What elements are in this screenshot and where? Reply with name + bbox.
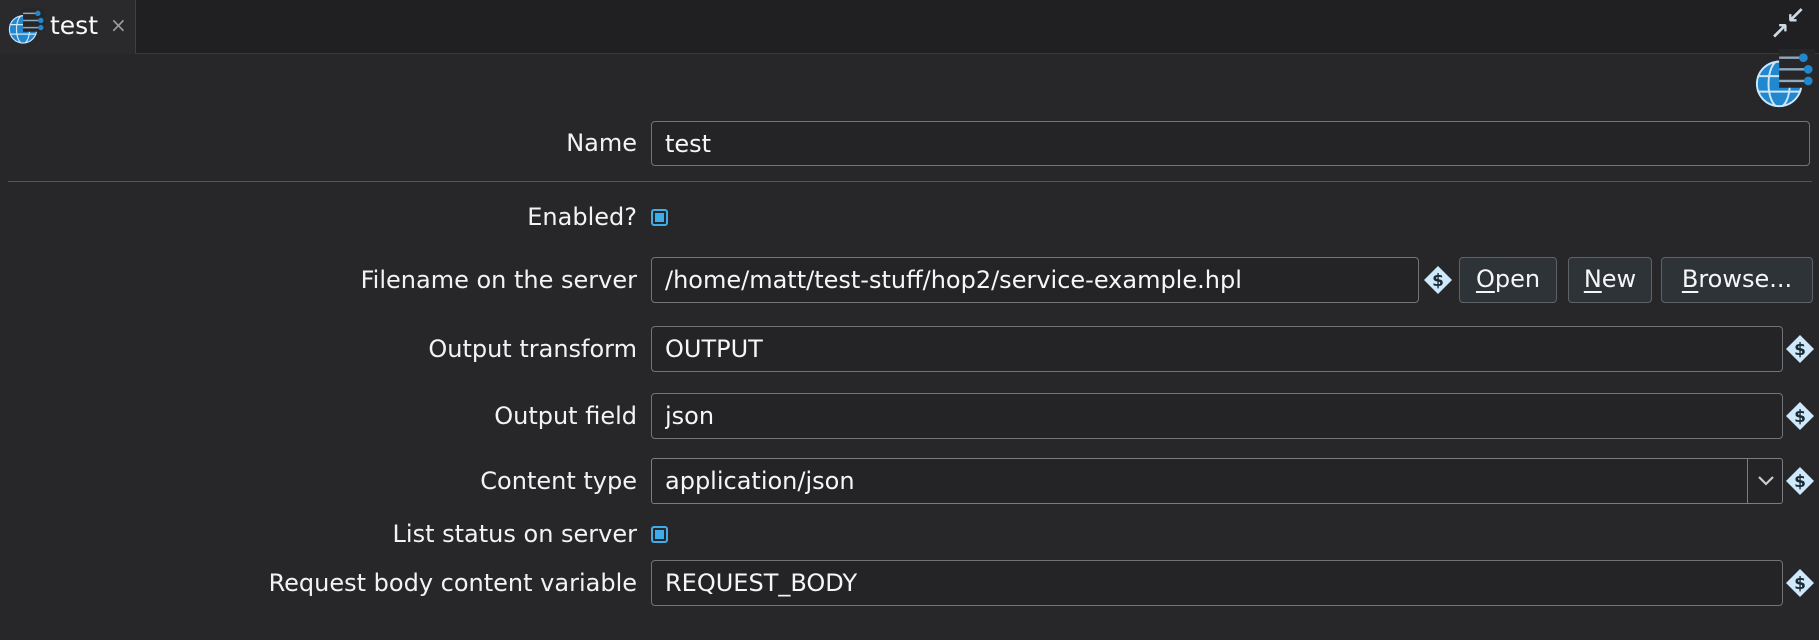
variable-icon: $	[1786, 467, 1814, 495]
tab-bar-divider	[136, 53, 1819, 54]
webservice-icon-large	[1753, 49, 1815, 111]
browse-button-label: rowse...	[1698, 265, 1792, 293]
browse-button-mnemonic: B	[1682, 265, 1698, 293]
filename-input[interactable]	[651, 257, 1419, 303]
output-field-label: Output field	[0, 393, 637, 439]
list-status-checkbox[interactable]	[651, 526, 668, 543]
webservice-editor-window: test × ↙ ↗ Name Enabled? Filename on the…	[0, 0, 1819, 640]
content-type-input[interactable]	[652, 459, 1747, 503]
list-status-label: List status on server	[0, 511, 637, 557]
open-button[interactable]: Open	[1459, 257, 1557, 303]
content-type-label: Content type	[0, 458, 637, 504]
tab-bar: test × ↙ ↗	[0, 0, 1819, 54]
output-transform-label: Output transform	[0, 326, 637, 372]
tab-title: test	[50, 0, 98, 54]
browse-button[interactable]: Browse...	[1661, 257, 1813, 303]
svg-text:$: $	[1794, 407, 1806, 427]
variable-icon: $	[1786, 402, 1814, 430]
svg-text:$: $	[1794, 472, 1806, 492]
variable-icon: $	[1786, 569, 1814, 597]
svg-text:$: $	[1794, 340, 1806, 360]
request-body-input[interactable]	[651, 560, 1783, 606]
new-button-mnemonic: N	[1584, 265, 1602, 293]
open-button-mnemonic: O	[1476, 265, 1495, 293]
output-transform-input[interactable]	[651, 326, 1783, 372]
name-input[interactable]	[651, 121, 1810, 166]
tab-test[interactable]: test ×	[0, 0, 136, 54]
checkbox-check	[655, 530, 664, 539]
request-body-label: Request body content variable	[0, 560, 637, 606]
svg-text:$: $	[1432, 271, 1444, 291]
open-button-label: pen	[1495, 265, 1540, 293]
output-field-input[interactable]	[651, 393, 1783, 439]
tab-close-icon[interactable]: ×	[110, 0, 127, 54]
variable-icon: $	[1786, 335, 1814, 363]
chevron-down-icon	[1756, 475, 1776, 487]
filename-label: Filename on the server	[0, 257, 637, 303]
divider	[8, 181, 1812, 182]
checkbox-check	[655, 213, 664, 222]
collapse-arrow-icon: ↗	[1770, 21, 1789, 44]
svg-text:$: $	[1794, 574, 1806, 594]
content-type-dropdown-button[interactable]	[1747, 459, 1782, 503]
enabled-checkbox[interactable]	[651, 209, 668, 226]
collapse-panel-button[interactable]: ↙ ↗	[1768, 3, 1812, 49]
content-type-combo	[651, 458, 1783, 504]
name-label: Name	[0, 121, 637, 166]
new-button[interactable]: New	[1568, 257, 1652, 303]
enabled-label: Enabled?	[0, 194, 637, 240]
new-button-label: ew	[1602, 265, 1636, 293]
webservice-icon	[7, 8, 45, 46]
variable-icon: $	[1424, 266, 1452, 294]
